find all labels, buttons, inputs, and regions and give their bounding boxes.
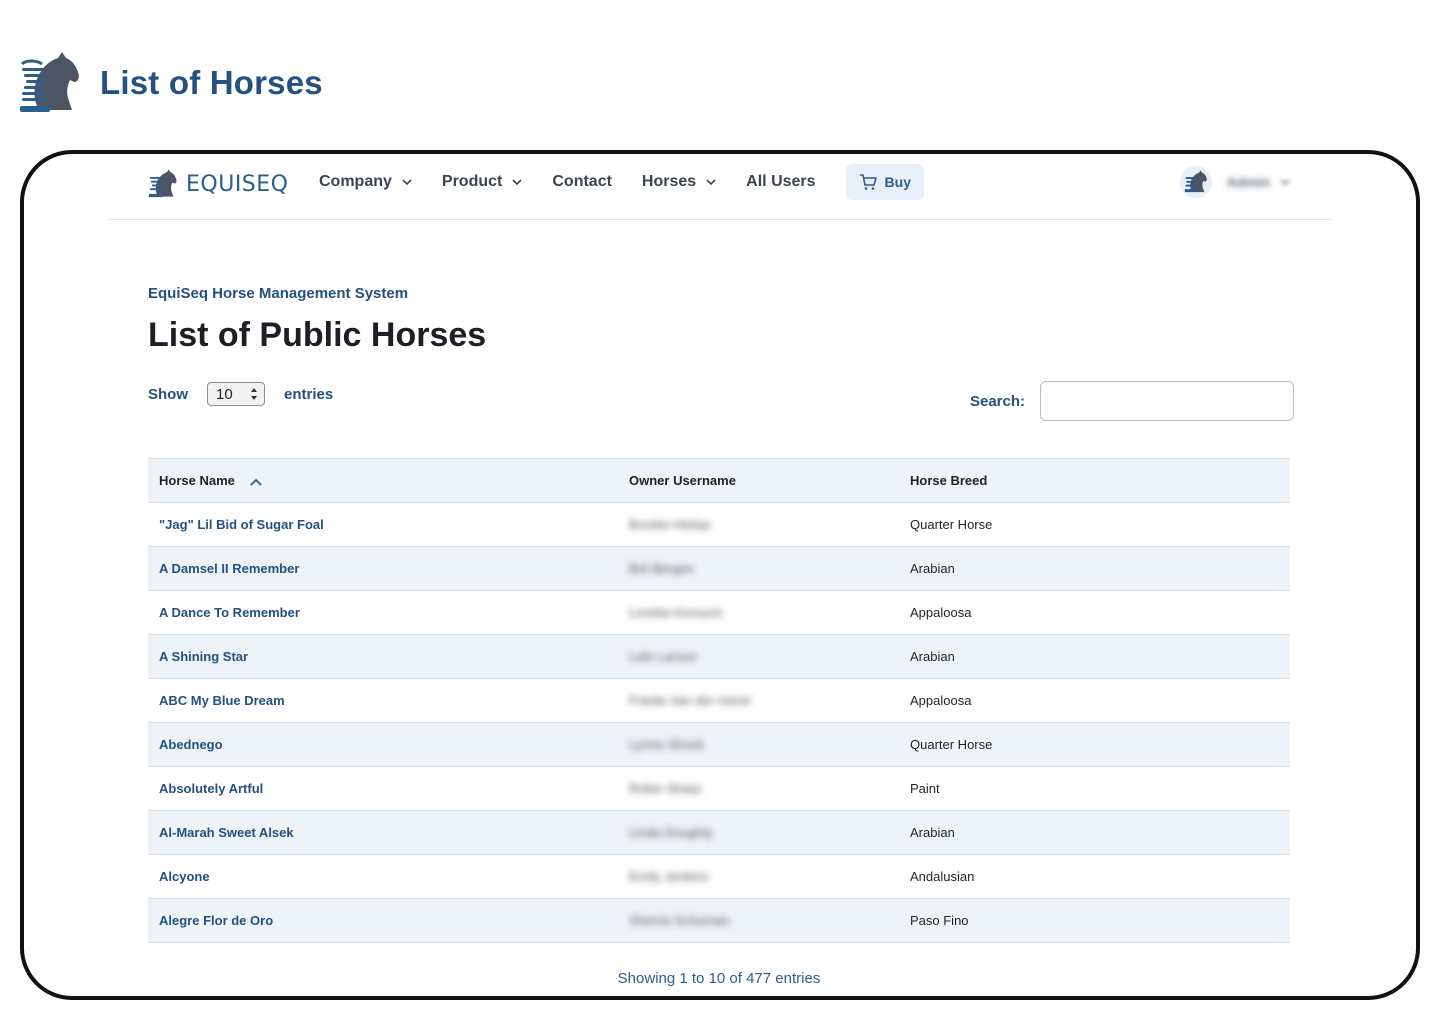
horse-breed: Paint bbox=[910, 781, 940, 796]
horse-name-link[interactable]: Alcyone bbox=[159, 869, 210, 884]
chevron-down-icon bbox=[1280, 179, 1290, 186]
navbar: EQUISEQ Company Product Contact Horses A… bbox=[108, 154, 1332, 220]
horse-name-link[interactable]: Alegre Flor de Oro bbox=[159, 913, 273, 928]
page-header: List of Horses bbox=[18, 48, 323, 118]
table-header-row: Horse Name Owner Username Horse Breed bbox=[148, 458, 1290, 503]
horse-breed: Arabian bbox=[910, 825, 955, 840]
horse-name-link[interactable]: "Jag" Lil Bid of Sugar Foal bbox=[159, 517, 324, 532]
table-row: ABC My Blue Dream Frieda Van der merel A… bbox=[148, 678, 1290, 723]
sort-ascending-icon bbox=[249, 478, 262, 486]
table-row: "Jag" Lil Bid of Sugar Foal Brooke Hislo… bbox=[148, 502, 1290, 547]
horses-table: Horse Name Owner Username Horse Breed "J… bbox=[148, 458, 1290, 943]
horse-name-link[interactable]: Al-Marah Sweet Alsek bbox=[159, 825, 294, 840]
owner-username: Linda Doughty bbox=[629, 825, 713, 840]
table-row: Alcyone Emily Jenkins Andalusian bbox=[148, 854, 1290, 899]
buy-button[interactable]: Buy bbox=[845, 164, 924, 200]
horse-breed: Andalusian bbox=[910, 869, 975, 884]
owner-username: Lynne Shook bbox=[629, 737, 705, 752]
column-header-owner-username[interactable]: Owner Username bbox=[618, 458, 899, 503]
search-input[interactable] bbox=[1040, 381, 1294, 421]
nav-item-label: Product bbox=[441, 173, 503, 190]
owner-username: Lele Larson bbox=[629, 649, 697, 664]
owner-username: Sherrie Schuman bbox=[629, 913, 730, 928]
table-row: Abednego Lynne Shook Quarter Horse bbox=[148, 722, 1290, 767]
owner-username: Frieda Van der merel bbox=[629, 693, 751, 708]
entries-select[interactable]: 10 bbox=[207, 382, 265, 406]
nav-menu: Company Product Contact Horses All Users bbox=[319, 164, 924, 200]
table-info: Showing 1 to 10 of 477 entries bbox=[617, 970, 821, 987]
horse-name-link[interactable]: Absolutely Artful bbox=[159, 781, 263, 796]
owner-username: Loretta Gorsuch bbox=[629, 605, 723, 620]
avatar bbox=[1180, 166, 1213, 198]
chevron-down-icon bbox=[706, 179, 716, 186]
page-subtitle: EquiSeq Horse Management System bbox=[148, 285, 409, 302]
table-row: A Damsel II Remember Brit Bergen Arabian bbox=[148, 546, 1290, 591]
page-heading: List of Public Horses bbox=[148, 316, 487, 354]
search-label: Search: bbox=[969, 392, 1025, 410]
chevron-down-icon bbox=[402, 179, 412, 186]
search-control: Search: bbox=[970, 381, 1294, 421]
nav-item-label: Contact bbox=[552, 173, 612, 190]
horse-name-link[interactable]: A Shining Star bbox=[159, 649, 248, 664]
horse-breed: Arabian bbox=[910, 561, 955, 576]
nav-item-all-users[interactable]: All Users bbox=[746, 173, 815, 191]
horse-breed: Appaloosa bbox=[910, 693, 972, 708]
entries-label: entries bbox=[284, 385, 334, 403]
horse-dna-logo-icon bbox=[20, 52, 79, 112]
cart-icon bbox=[859, 174, 877, 190]
nav-item-horses[interactable]: Horses bbox=[642, 173, 716, 191]
horse-dna-logo-icon bbox=[1185, 170, 1208, 193]
horse-dna-logo-icon bbox=[148, 169, 177, 198]
show-label: Show bbox=[148, 385, 188, 403]
brand[interactable]: EQUISEQ bbox=[148, 168, 289, 200]
horse-breed: Appaloosa bbox=[910, 605, 972, 620]
column-header-label: Horse Name bbox=[159, 473, 235, 488]
nav-item-contact[interactable]: Contact bbox=[552, 173, 612, 191]
owner-username: Brooke Hislop bbox=[629, 517, 710, 532]
column-header-horse-name[interactable]: Horse Name bbox=[148, 458, 618, 503]
horse-name-link[interactable]: Abednego bbox=[159, 737, 223, 752]
page-title: List of Horses bbox=[100, 64, 323, 101]
app-frame: EQUISEQ Company Product Contact Horses A… bbox=[20, 150, 1420, 1000]
table-row: Al-Marah Sweet Alsek Linda Doughty Arabi… bbox=[148, 810, 1290, 855]
table-row: Alegre Flor de Oro Sherrie Schuman Paso … bbox=[148, 898, 1290, 943]
entries-length-control: Show 10 entries bbox=[148, 382, 333, 406]
table-row: A Shining Star Lele Larson Arabian bbox=[148, 634, 1290, 679]
nav-item-label: Horses bbox=[641, 173, 697, 190]
owner-username: Brit Bergen bbox=[629, 561, 695, 576]
column-header-horse-breed[interactable]: Horse Breed bbox=[899, 458, 1290, 503]
user-name: Admin bbox=[1226, 174, 1270, 190]
horse-breed: Arabian bbox=[910, 649, 955, 664]
nav-item-company[interactable]: Company bbox=[319, 173, 412, 191]
brand-name: EQUISEQ bbox=[186, 171, 289, 197]
table-row: A Dance To Remember Loretta Gorsuch Appa… bbox=[148, 590, 1290, 635]
nav-item-label: Company bbox=[319, 173, 392, 190]
horse-name-link[interactable]: A Damsel II Remember bbox=[159, 561, 299, 576]
select-arrows-icon bbox=[251, 388, 257, 400]
buy-button-label: Buy bbox=[884, 174, 911, 190]
owner-username: Emily Jenkins bbox=[629, 869, 709, 884]
owner-username: Robin Sharp bbox=[629, 781, 702, 796]
nav-item-product[interactable]: Product bbox=[442, 173, 522, 191]
user-menu[interactable]: Admin bbox=[1180, 166, 1290, 198]
horse-breed: Quarter Horse bbox=[910, 517, 993, 532]
column-header-label: Owner Username bbox=[629, 473, 736, 488]
table-row: Absolutely Artful Robin Sharp Paint bbox=[148, 766, 1290, 811]
horse-breed: Quarter Horse bbox=[910, 737, 993, 752]
column-header-label: Horse Breed bbox=[910, 473, 988, 488]
chevron-down-icon bbox=[512, 179, 522, 186]
nav-item-label: All Users bbox=[746, 173, 816, 190]
horse-name-link[interactable]: A Dance To Remember bbox=[159, 605, 300, 620]
horse-name-link[interactable]: ABC My Blue Dream bbox=[159, 693, 285, 708]
horse-breed: Paso Fino bbox=[910, 913, 969, 928]
entries-select-value: 10 bbox=[216, 385, 233, 403]
